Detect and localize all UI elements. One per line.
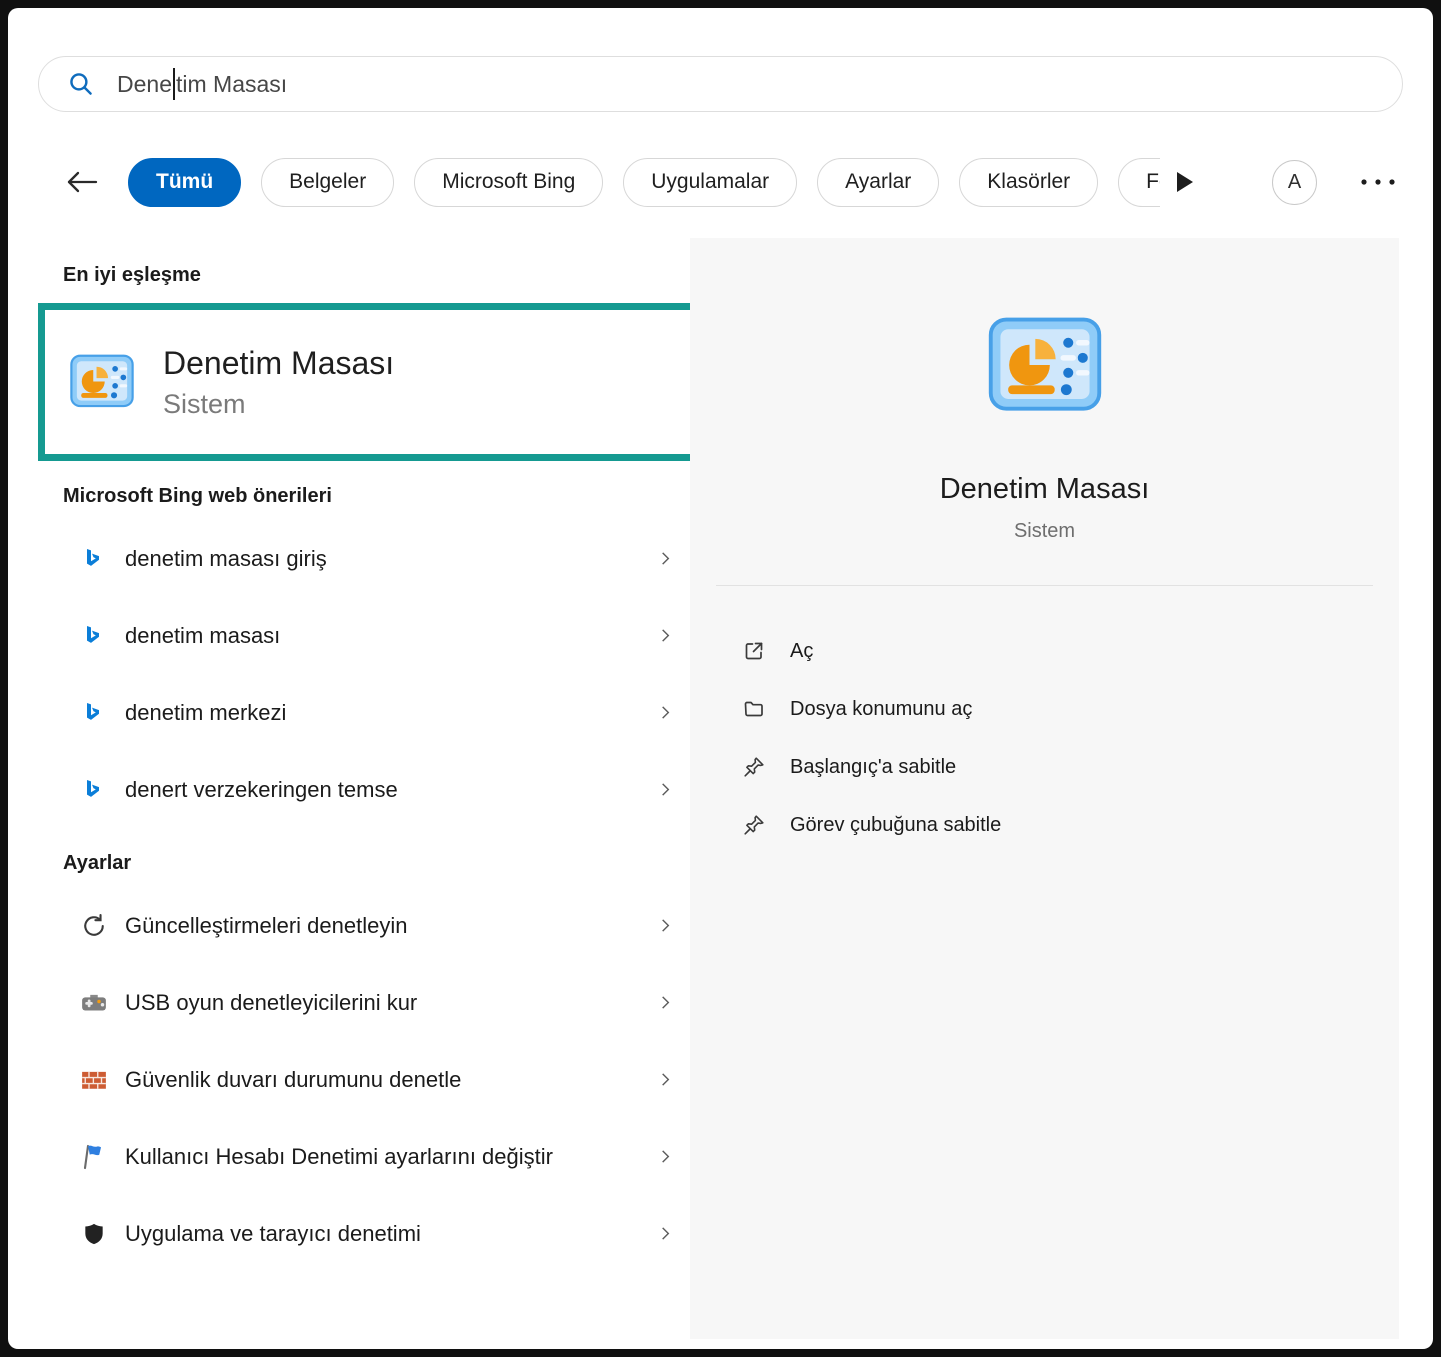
- settings-label: Güncelleştirmeleri denetleyin: [125, 911, 407, 941]
- action-pin-to-start[interactable]: Başlangıç'a sabitle: [690, 738, 1399, 796]
- preview-title: Denetim Masası: [940, 473, 1150, 506]
- filter-tabs: Tümü Belgeler Microsoft Bing Uygulamalar…: [128, 158, 1160, 207]
- settings-result-item[interactable]: Kullanıcı Hesabı Denetimi ayarlarını değ…: [38, 1118, 684, 1195]
- bing-icon: [78, 701, 110, 725]
- tab-klasorler[interactable]: Klasörler: [959, 158, 1098, 207]
- bing-suggestions-heading: Microsoft Bing web önerileri: [63, 485, 684, 508]
- chevron-right-icon: [657, 781, 674, 798]
- search-input[interactable]: Denetim Masası: [117, 68, 287, 100]
- pin-icon: [742, 813, 766, 837]
- best-match-subtitle: Sistem: [163, 389, 394, 420]
- best-match-title: Denetim Masası: [163, 345, 394, 382]
- open-external-icon: [742, 639, 766, 663]
- tab-microsoft-bing[interactable]: Microsoft Bing: [414, 158, 603, 207]
- settings-label: Güvenlik duvarı durumunu denetle: [125, 1065, 461, 1095]
- action-label: Aç: [790, 640, 813, 663]
- chevron-right-icon: [657, 1148, 674, 1165]
- firewall-brick-wall-icon: [78, 1065, 110, 1095]
- chevron-right-icon: [657, 1225, 674, 1242]
- settings-heading: Ayarlar: [63, 852, 684, 875]
- best-match-text: Denetim Masası Sistem: [163, 345, 394, 420]
- chevron-right-icon: [657, 994, 674, 1011]
- control-panel-icon: [67, 347, 137, 417]
- uac-flag-icon: [78, 1142, 110, 1172]
- action-open-file-location[interactable]: Dosya konumunu aç: [690, 680, 1399, 738]
- action-label: Dosya konumunu aç: [790, 698, 972, 721]
- bing-suggestion-item[interactable]: denetim masası giriş: [38, 520, 684, 597]
- security-shield-icon: [78, 1221, 110, 1247]
- settings-label: Uygulama ve tarayıcı denetimi: [125, 1219, 421, 1249]
- back-button[interactable]: [62, 162, 102, 202]
- bing-suggestion-item[interactable]: denetim merkezi: [38, 674, 684, 751]
- control-panel-icon-large: [983, 304, 1107, 433]
- bing-suggestions-list: denetim masası giriş denetim masası dene: [38, 520, 684, 828]
- action-open[interactable]: Aç: [690, 622, 1399, 680]
- best-match-result[interactable]: Denetim Masası Sistem: [38, 303, 760, 461]
- more-options-button[interactable]: [1359, 178, 1397, 186]
- bing-suggestion-item[interactable]: denetim masası: [38, 597, 684, 674]
- chevron-right-icon: [657, 1071, 674, 1088]
- bing-icon: [78, 624, 110, 648]
- settings-result-item[interactable]: USB oyun denetleyicilerini kur: [38, 964, 684, 1041]
- game-controller-icon: [78, 988, 110, 1018]
- tab-fotograflar[interactable]: Fotoğraflar: [1118, 158, 1160, 207]
- results-column: En iyi eşleşme: [38, 238, 684, 1272]
- search-icon: [67, 70, 95, 98]
- preview-subtitle: Sistem: [1014, 520, 1075, 543]
- settings-result-item[interactable]: Güncelleştirmeleri denetleyin: [38, 887, 684, 964]
- sync-refresh-icon: [78, 912, 110, 940]
- text-caret: [173, 68, 175, 100]
- suggestion-label: denetim masası: [125, 621, 280, 651]
- tab-uygulamalar[interactable]: Uygulamalar: [623, 158, 797, 207]
- settings-label: Kullanıcı Hesabı Denetimi ayarlarını değ…: [125, 1142, 553, 1172]
- pin-icon: [742, 755, 766, 779]
- back-arrow-icon: [65, 169, 99, 195]
- settings-label: USB oyun denetleyicilerini kur: [125, 988, 417, 1018]
- divider: [716, 585, 1373, 586]
- search-value-before-caret: Dene: [117, 71, 172, 98]
- folder-icon: [742, 697, 766, 721]
- chevron-right-icon: [657, 627, 674, 644]
- suggestion-label: denetim merkezi: [125, 698, 286, 728]
- user-avatar[interactable]: A: [1272, 160, 1317, 205]
- action-pin-to-taskbar[interactable]: Görev çubuğuna sabitle: [690, 796, 1399, 854]
- suggestion-label: denert verzekeringen temse: [125, 775, 398, 805]
- bing-icon: [78, 547, 110, 571]
- chevron-right-icon: [657, 917, 674, 934]
- play-right-icon: [1176, 171, 1194, 193]
- chevron-right-icon: [657, 550, 674, 567]
- action-label: Görev çubuğuna sabitle: [790, 814, 1001, 837]
- tab-tumu[interactable]: Tümü: [128, 158, 241, 207]
- settings-result-item[interactable]: Uygulama ve tarayıcı denetimi: [38, 1195, 684, 1272]
- settings-results-list: Güncelleştirmeleri denetleyin U: [38, 887, 684, 1272]
- search-value-after-caret: tim Masası: [176, 71, 287, 98]
- tabs-scroll-right-button[interactable]: [1176, 171, 1194, 193]
- settings-result-item[interactable]: Güvenlik duvarı durumunu denetle: [38, 1041, 684, 1118]
- chevron-right-icon: [657, 704, 674, 721]
- ellipsis-icon: [1359, 178, 1397, 186]
- best-match-heading: En iyi eşleşme: [63, 264, 684, 287]
- tab-ayarlar[interactable]: Ayarlar: [817, 158, 939, 207]
- action-label: Başlangıç'a sabitle: [790, 756, 956, 779]
- bing-suggestion-item[interactable]: denert verzekeringen temse: [38, 751, 684, 828]
- bing-icon: [78, 778, 110, 802]
- search-bar[interactable]: Denetim Masası: [38, 56, 1403, 112]
- preview-panel: Denetim Masası Sistem Aç Dosya: [690, 238, 1399, 1339]
- windows-search-window: Denetim Masası Tümü Belgeler Microsoft B…: [8, 8, 1433, 1349]
- filter-row: Tümü Belgeler Microsoft Bing Uygulamalar…: [62, 154, 1397, 210]
- preview-actions: Aç Dosya konumunu aç Başlangıç'a sabi: [690, 622, 1399, 854]
- tab-belgeler[interactable]: Belgeler: [261, 158, 394, 207]
- suggestion-label: denetim masası giriş: [125, 544, 327, 574]
